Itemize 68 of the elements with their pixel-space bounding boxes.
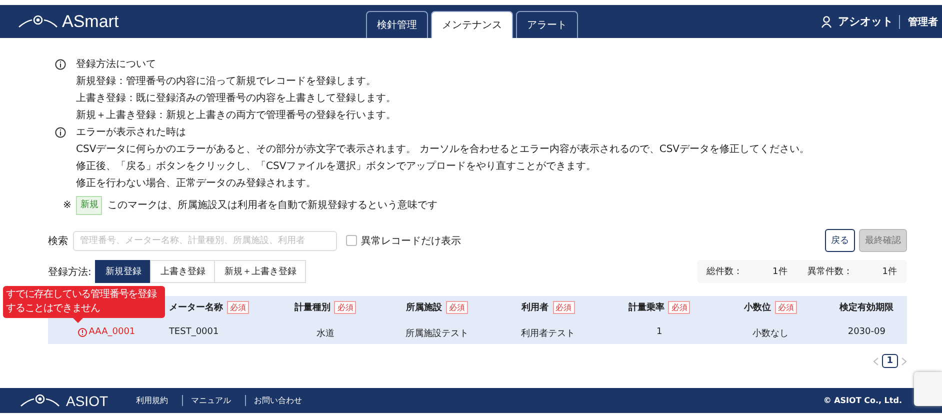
user-role: 管理者 xyxy=(899,14,938,28)
page-button[interactable]: 1 xyxy=(882,354,898,368)
info-icon xyxy=(55,127,66,138)
info-icon xyxy=(55,59,66,70)
info-text: 修正を行わない場合、正常データのみ登録されます。 xyxy=(75,176,317,191)
nav-tab[interactable]: メンテナンス xyxy=(431,11,513,38)
table-cell: 2030-09 xyxy=(848,327,886,337)
table-cell: 小数なし xyxy=(752,329,789,339)
info-text: 新規＋上書き登録：新規と上書きの両方で管理番号の登録を行います。 xyxy=(75,108,397,123)
info-text: CSVデータに何らかのエラーがあると、その部分が赤文字で表示されます。 カーソルを合わせるとエラー内容が表示されるので、CSVデータを修正してください。 xyxy=(75,142,811,157)
checkbox[interactable] xyxy=(346,235,357,246)
table-cell: 所属施設テスト xyxy=(405,329,468,339)
registration-label: 登録方法: xyxy=(48,266,92,278)
footer-link[interactable]: 利用規約 xyxy=(128,395,176,406)
nav-tab[interactable]: アラート xyxy=(516,11,578,38)
copyright: © ASIOT Co., Ltd. xyxy=(823,396,902,405)
required-badge: 必須 xyxy=(226,301,249,314)
column-header: 小数位 xyxy=(744,301,772,314)
note-text: このマークは、所属施設又は利用者を自動で新規登録するという意味です xyxy=(107,198,438,213)
required-badge: 必須 xyxy=(775,301,798,314)
search-field[interactable]: 管理番号、メーター名称、計量種別、所属施設、利用者 xyxy=(73,230,337,250)
column-header: 利用者 xyxy=(522,301,549,314)
app-logo: ASmart xyxy=(62,12,119,32)
info-text: 修正後、「戻る」ボタンをクリックし、「CSVファイルを選択」ボタンでアップロードをやり直すことができます。 xyxy=(75,160,598,174)
info-heading: 登録方法について xyxy=(76,58,156,72)
recaptcha-badge[interactable] xyxy=(914,372,942,406)
footer-logo: ASIOT xyxy=(66,392,108,408)
table-cell: AAA_0001 xyxy=(88,327,136,337)
column-header: メーター名称 xyxy=(168,302,223,314)
chevron-left-icon[interactable] xyxy=(872,356,879,366)
summary-label: 総件数： xyxy=(706,266,743,278)
info-heading: エラーが表示された時は xyxy=(76,126,186,140)
info-text: 新規登録：管理番号の内容に沿って新規でレコードを登録します。 xyxy=(75,74,377,89)
search-label: 検索 xyxy=(48,234,68,248)
action-button[interactable]: 戻る xyxy=(825,229,855,252)
user-icon xyxy=(821,16,832,28)
error-tooltip: すでに存在している管理番号を登録することはできません xyxy=(3,286,165,318)
footer-logo-icon xyxy=(20,394,60,408)
registration-option[interactable]: 新規登録 xyxy=(95,260,152,283)
required-badge: 必須 xyxy=(668,301,690,314)
note-mark: ※ xyxy=(63,199,72,213)
table-cell: 利用者テスト xyxy=(521,329,576,339)
tooltip-arrow xyxy=(73,318,83,323)
summary-value: 1件 xyxy=(882,266,897,278)
error-icon xyxy=(78,328,87,336)
column-header: 所属施設 xyxy=(406,301,442,314)
nav-tab[interactable]: 検針管理 xyxy=(366,11,428,38)
footer-link[interactable]: お問い合わせ xyxy=(245,395,310,406)
required-badge: 必須 xyxy=(552,301,575,314)
column-header: 計量乗率 xyxy=(628,301,664,314)
new-badge: 新規 xyxy=(76,196,102,215)
chevron-right-icon[interactable] xyxy=(901,356,907,366)
footer-link[interactable]: マニュアル xyxy=(182,395,240,406)
required-badge: 必須 xyxy=(446,301,468,314)
summary-label: 異常件数： xyxy=(807,266,852,278)
checkbox-label[interactable]: 異常レコードだけ表示 xyxy=(361,234,461,248)
summary-value: 1件 xyxy=(772,266,788,278)
column-header: 計量種別 xyxy=(294,301,330,314)
table-cell: 1 xyxy=(656,327,662,337)
user-name[interactable]: アシオット xyxy=(838,14,893,29)
registration-option[interactable]: 新規＋上書き登録 xyxy=(214,260,306,283)
column-header: 検定有効期限 xyxy=(840,301,894,314)
table-cell: TEST_0001 xyxy=(168,327,219,337)
registration-option[interactable]: 上書き登録 xyxy=(150,260,216,283)
table-cell: 水道 xyxy=(316,329,334,339)
required-badge: 必須 xyxy=(334,301,356,314)
logo-icon xyxy=(18,14,58,28)
info-text: 上書き登録：既に登録済みの管理番号の内容を上書きして登録します。 xyxy=(75,92,397,106)
